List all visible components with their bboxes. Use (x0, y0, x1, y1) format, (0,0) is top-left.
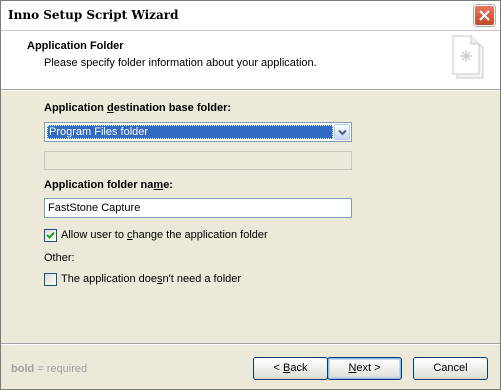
page-subtitle: Please specify folder information about … (44, 57, 317, 69)
back-button[interactable]: < Back (253, 357, 328, 380)
wizard-document-icon (452, 35, 484, 79)
custom-folder-field (44, 151, 352, 170)
destination-folder-label: Application destination base folder: (44, 102, 232, 114)
destination-folder-select[interactable]: Program Files folder (44, 122, 352, 142)
footer-divider (1, 343, 500, 345)
no-folder-label[interactable]: The application doesn't need a folder (61, 273, 241, 285)
close-button[interactable] (474, 5, 495, 26)
header-divider (1, 90, 500, 91)
required-note: bold = required (11, 363, 88, 375)
title-bar[interactable]: Inno Setup Script Wizard (1, 1, 500, 31)
folder-name-label: Application folder name: (44, 179, 173, 191)
allow-change-label[interactable]: Allow user to change the application fol… (61, 229, 268, 241)
dropdown-button[interactable] (334, 124, 350, 140)
next-button[interactable]: Next > (327, 357, 402, 380)
other-label: Other: (44, 252, 75, 264)
wizard-header: Application Folder Please specify folder… (1, 31, 500, 90)
close-icon (479, 10, 490, 21)
destination-folder-value: Program Files folder (47, 125, 333, 139)
no-folder-checkbox[interactable] (44, 273, 57, 286)
allow-change-checkbox[interactable] (44, 229, 57, 242)
folder-name-input[interactable]: FastStone Capture (44, 198, 352, 218)
cancel-button[interactable]: Cancel (413, 357, 488, 380)
wizard-window: Inno Setup Script Wizard Application Fol… (0, 0, 501, 390)
chevron-down-icon (338, 129, 347, 136)
checkmark-icon (46, 231, 55, 239)
window-title: Inno Setup Script Wizard (8, 8, 179, 22)
page-title: Application Folder (27, 40, 124, 52)
